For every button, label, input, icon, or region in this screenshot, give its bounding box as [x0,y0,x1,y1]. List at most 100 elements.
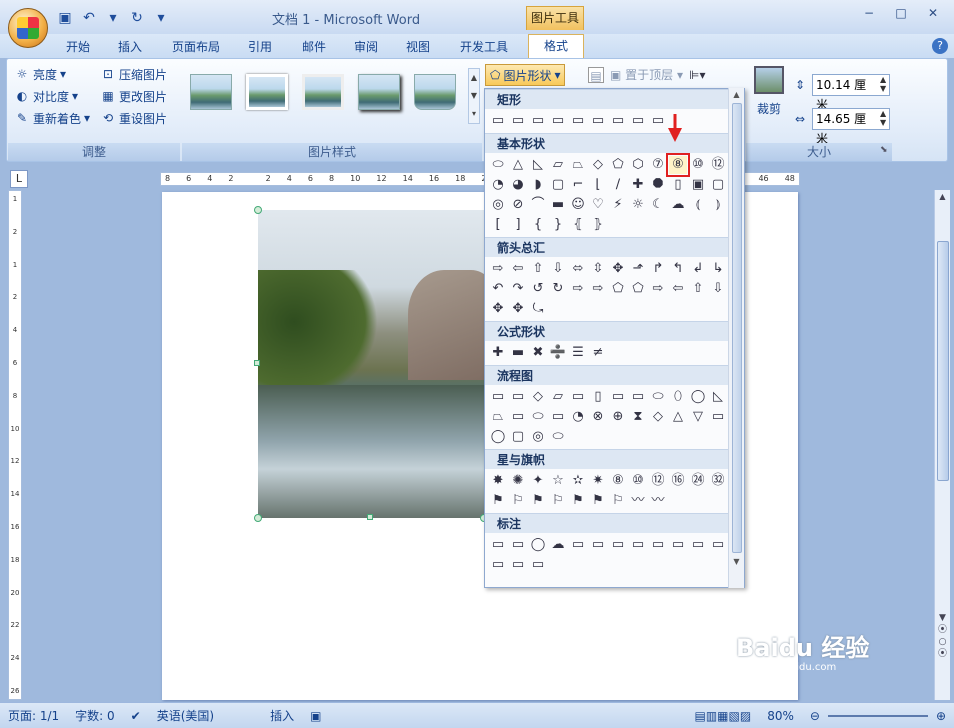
shape-option[interactable]: ◔ [489,176,507,194]
style-thumb[interactable] [410,70,460,114]
shape-option[interactable]: ▢ [549,176,567,194]
shape-option[interactable]: ⬭ [649,388,667,406]
shape-option[interactable]: ☁ [669,196,687,214]
shape-option[interactable]: ㉔ [689,472,707,490]
shape-option[interactable]: ⌒ [529,196,547,214]
shape-option[interactable]: ⦅ [689,196,707,214]
shape-option[interactable]: ▱ [549,388,567,406]
style-thumb[interactable] [298,70,348,114]
shape-option[interactable]: ⯃ [649,176,667,194]
resize-handle[interactable] [254,360,260,366]
zoom-level[interactable]: 80% [759,709,802,723]
shape-option[interactable]: △ [669,408,687,426]
shape-option[interactable]: ☺ [569,196,587,214]
change-picture-button[interactable]: ▦ 更改图片 [100,86,176,106]
tab-view[interactable]: 视图 [406,38,430,58]
shape-option[interactable]: ▢ [509,428,527,446]
shape-option[interactable]: ⇨ [649,280,667,298]
tab-references[interactable]: 引用 [248,38,272,58]
shape-option[interactable]: ✷ [589,472,607,490]
gallery-scroll[interactable]: ▲ ▼ ▾ [468,68,480,124]
shape-option[interactable]: ◯ [489,428,507,446]
shape-option[interactable]: 〰 [649,492,667,510]
shape-option[interactable]: ▭ [549,408,567,426]
shape-option[interactable]: ⇦ [509,260,527,278]
shape-option[interactable]: ⊕ [609,408,627,426]
shape-option[interactable]: } [549,216,567,234]
landscape-photo[interactable] [258,210,486,518]
shape-option[interactable]: ◇ [589,156,607,174]
shape-option[interactable]: ⇧ [689,280,707,298]
shape-option[interactable]: ⇨ [569,280,587,298]
style-thumb[interactable] [242,70,292,114]
shape-option[interactable]: ⬠ [629,280,647,298]
shape-option[interactable]: ㉜ [709,472,727,490]
shape-option[interactable]: ⬄ [569,260,587,278]
dropdown-icon[interactable]: ▾ [104,9,122,27]
shape-option[interactable]: ➗ [549,344,567,362]
width-spinner[interactable]: 14.65 厘米 ▲ ▼ [812,108,890,146]
shape-option[interactable]: ◎ [489,196,507,214]
shape-option[interactable]: ▭ [509,536,527,554]
vertical-scrollbar[interactable]: ▲ ▼ ⦿ ○ ⦿ [934,190,950,700]
shape-option[interactable]: ▬ [509,344,527,362]
shape-option[interactable]: ◯ [529,536,547,554]
shape-option[interactable]: ▭ [629,536,647,554]
shape-option[interactable]: ⑦ [649,156,667,174]
shape-option[interactable]: ✖ [529,344,547,362]
maximize-icon[interactable]: □ [886,4,916,24]
shape-option[interactable]: ⚐ [509,492,527,510]
save-icon[interactable]: ▣ [56,9,74,27]
shape-option[interactable]: ⇨ [489,260,507,278]
shape-option[interactable]: ⦆ [709,196,727,214]
shape-option[interactable]: ⇦ [669,280,687,298]
brightness-button[interactable]: ☼ 亮度 ▾ [14,64,94,84]
shape-option[interactable]: ◺ [709,388,727,406]
shape-option[interactable]: ↰ [669,260,687,278]
tab-selector-icon[interactable]: L [10,170,28,188]
shape-option[interactable]: ▭ [489,112,507,130]
shape-option[interactable]: ⑩ [629,472,647,490]
shape-option[interactable]: ] [509,216,527,234]
shape-option[interactable]: ↺ [529,280,547,298]
shape-option[interactable]: { [529,216,547,234]
vertical-ruler[interactable]: 1 2 1 2 4 6 8 10 12 14 16 18 20 22 24 26 [8,190,22,700]
shape-option[interactable]: ▭ [489,536,507,554]
insert-mode[interactable]: 插入 [262,707,302,724]
shape-option[interactable]: ✚ [629,176,647,194]
shape-option[interactable]: ▭ [709,536,727,554]
shape-option[interactable]: ☾ [649,196,667,214]
style-thumb[interactable] [354,70,404,114]
shape-option[interactable]: ▭ [629,388,647,406]
shape-option[interactable]: ◇ [529,388,547,406]
spellcheck-icon[interactable]: ✔ [123,709,149,723]
shape-option[interactable]: ▭ [709,408,727,426]
office-button[interactable] [8,8,48,48]
shape-option[interactable]: ⇩ [549,260,567,278]
shape-option[interactable]: ▭ [569,112,587,130]
shape-option[interactable]: ▭ [649,112,667,130]
shape-option[interactable]: ⚑ [589,492,607,510]
shape-option[interactable]: ▭ [549,112,567,130]
page-count[interactable]: 页面: 1/1 [0,707,67,724]
minimize-icon[interactable]: − [854,4,884,24]
shape-option[interactable]: ▭ [489,388,507,406]
shape-option[interactable]: ⚡ [609,196,627,214]
tab-developer[interactable]: 开发工具 [460,38,508,58]
shape-option[interactable]: ▭ [569,536,587,554]
shape-option[interactable]: ▭ [609,112,627,130]
shape-option[interactable]: ◯ [689,388,707,406]
shape-option[interactable]: ▣ [689,176,707,194]
shape-option[interactable]: ▭ [489,556,507,574]
tab-review[interactable]: 审阅 [354,38,378,58]
shape-option[interactable]: ◕ [509,176,527,194]
shape-option[interactable]: ✫ [569,472,587,490]
shape-option[interactable]: ▢ [709,176,727,194]
shape-option[interactable]: ▯ [669,176,687,194]
shape-option[interactable]: ⚑ [529,492,547,510]
shape-option[interactable]: ▭ [689,536,707,554]
shape-option[interactable]: ⇳ [589,260,607,278]
bring-front-button[interactable]: ▣ 置于顶层 ▾ [610,66,683,83]
shape-option[interactable]: ▽ [689,408,707,426]
spinner-arrows-icon[interactable]: ▲ ▼ [877,109,889,129]
